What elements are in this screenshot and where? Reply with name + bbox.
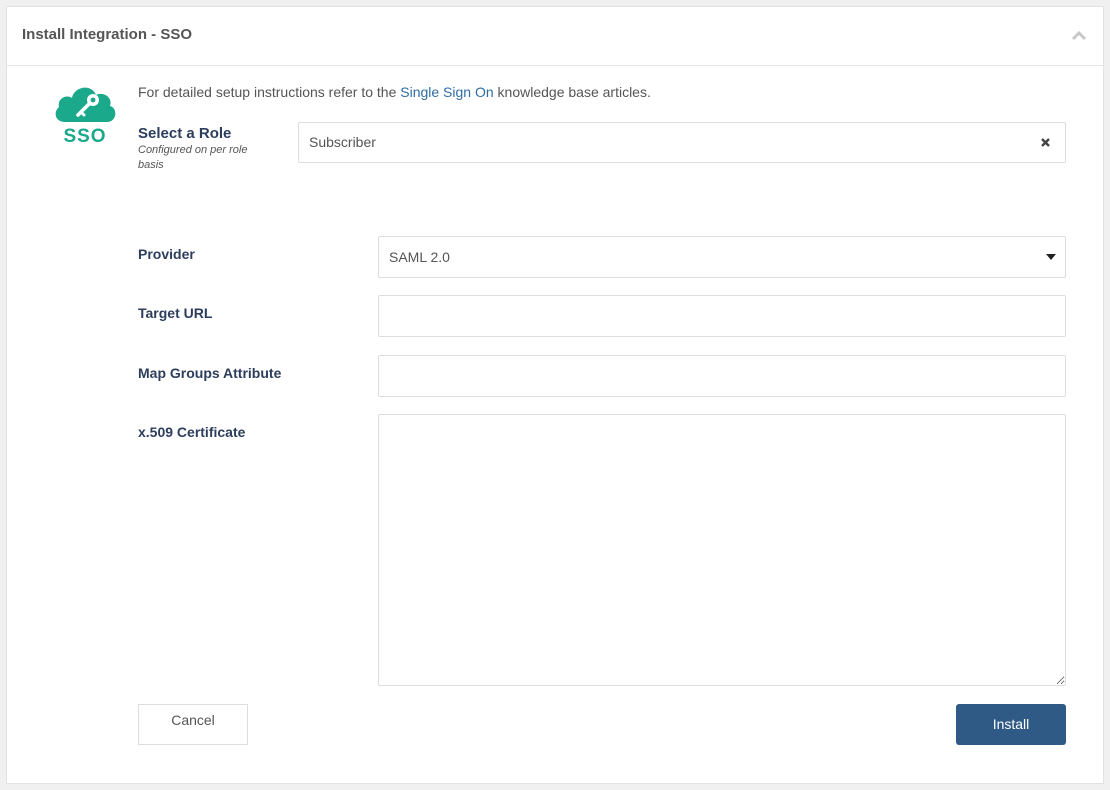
map-groups-label: Map Groups Attribute: [138, 365, 282, 381]
clear-icon[interactable]: [1040, 137, 1051, 148]
intro-prefix: For detailed setup instructions refer to…: [138, 84, 401, 100]
intro-text: For detailed setup instructions refer to…: [138, 84, 651, 100]
provider-select[interactable]: SAML 2.0: [378, 236, 1066, 278]
intro-suffix: knowledge base articles.: [493, 84, 651, 100]
role-select[interactable]: Subscriber: [298, 122, 1066, 163]
provider-selected-value: SAML 2.0: [389, 249, 450, 265]
install-button[interactable]: Install: [956, 704, 1066, 745]
sso-logo: SSO: [51, 82, 119, 148]
panel-header[interactable]: Install Integration - SSO: [7, 7, 1103, 66]
provider-label: Provider: [138, 246, 195, 262]
cloud-key-icon: [55, 87, 116, 122]
certificate-label: x.509 Certificate: [138, 424, 246, 440]
certificate-textarea[interactable]: [378, 414, 1066, 686]
target-url-label: Target URL: [138, 305, 213, 321]
chevron-up-icon[interactable]: [1071, 29, 1087, 41]
install-integration-panel: Install Integration - SSO SSO For detail…: [6, 6, 1104, 784]
map-groups-input[interactable]: [378, 355, 1066, 397]
cancel-button[interactable]: Cancel: [138, 704, 248, 745]
caret-down-icon: [1046, 254, 1056, 260]
single-sign-on-link[interactable]: Single Sign On: [400, 84, 493, 100]
role-label: Select a Role: [138, 125, 232, 142]
role-selected-value: Subscriber: [309, 134, 376, 150]
role-hint: Configured on per role basis: [138, 144, 248, 171]
panel-title: Install Integration - SSO: [22, 26, 193, 43]
logo-text: SSO: [63, 126, 107, 147]
target-url-input[interactable]: [378, 295, 1066, 337]
